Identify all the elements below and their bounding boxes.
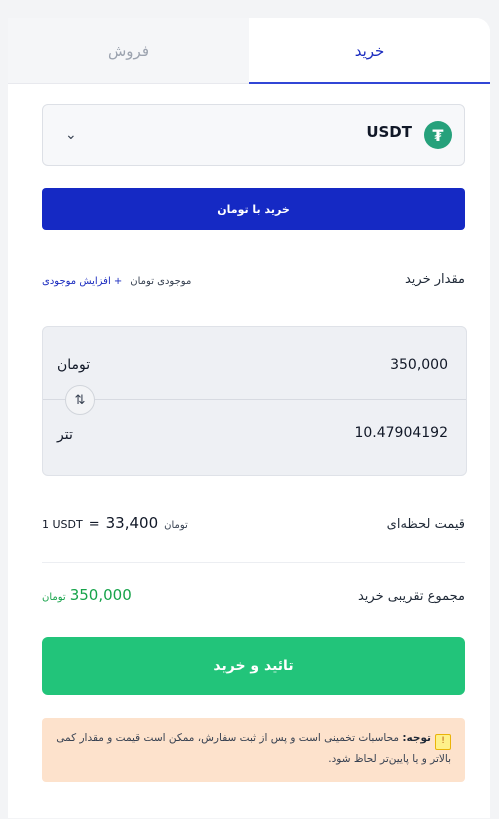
total-amount: 350,000: [69, 586, 132, 604]
notice-box: ! توجه: محاسبات تخمینی است و پس از ثبت سف…: [42, 718, 465, 782]
toman-amount-input[interactable]: 350,000: [390, 357, 448, 373]
live-price: 1 USDT = 33,400 تومان: [42, 514, 188, 532]
trade-card: خرید فروش ⌄ USDT ₮ خرید با تومان مقدار خ…: [8, 18, 490, 818]
rate-currency: تومان: [164, 520, 188, 531]
toman-unit-label: تومان: [57, 357, 91, 373]
tether-icon: ₮: [424, 121, 452, 149]
calculator-divider: [43, 399, 466, 400]
usdt-amount-input[interactable]: 10.47904192: [354, 425, 448, 441]
live-price-title: قیمت لحظه‌ای: [386, 517, 465, 532]
section-divider: [42, 562, 465, 563]
usdt-unit-label: تتر: [57, 427, 73, 443]
rate-equals: =: [88, 517, 100, 532]
rate-unit: 1 USDT: [42, 518, 83, 531]
tab-buy[interactable]: خرید: [249, 18, 490, 84]
swap-vertical-icon[interactable]: ⇅: [65, 385, 95, 415]
total-title: مجموع تقریبی خرید: [357, 589, 465, 604]
coin-symbol: USDT: [366, 123, 412, 141]
trade-tabs: خرید فروش: [8, 18, 490, 84]
warning-icon: !: [435, 734, 451, 750]
notice-text: محاسبات تخمینی است و پس از ثبت سفارش، مم…: [56, 732, 451, 765]
tab-sell[interactable]: فروش: [8, 18, 249, 84]
notice-lead: توجه:: [402, 732, 431, 744]
total-currency: تومان: [42, 592, 66, 603]
confirm-buy-button[interactable]: تائید و خرید: [42, 637, 465, 695]
chevron-down-icon: ⌄: [65, 127, 77, 143]
total-value: 350,000 تومان: [42, 586, 132, 604]
amount-title: مقدار خرید: [404, 272, 465, 287]
rate-price: 33,400: [105, 514, 159, 532]
amount-calculator: 350,000 تومان ⇅ 10.47904192 تتر: [42, 326, 467, 476]
toman-balance-label: موجودی تومان: [130, 276, 192, 287]
increase-balance-link[interactable]: + افزایش موجودی: [42, 276, 122, 287]
coin-select[interactable]: ⌄ USDT ₮: [42, 104, 465, 166]
balance-row: موجودی تومان + افزایش موجودی: [42, 276, 191, 287]
buy-with-toman-button[interactable]: خرید با تومان: [42, 188, 465, 230]
